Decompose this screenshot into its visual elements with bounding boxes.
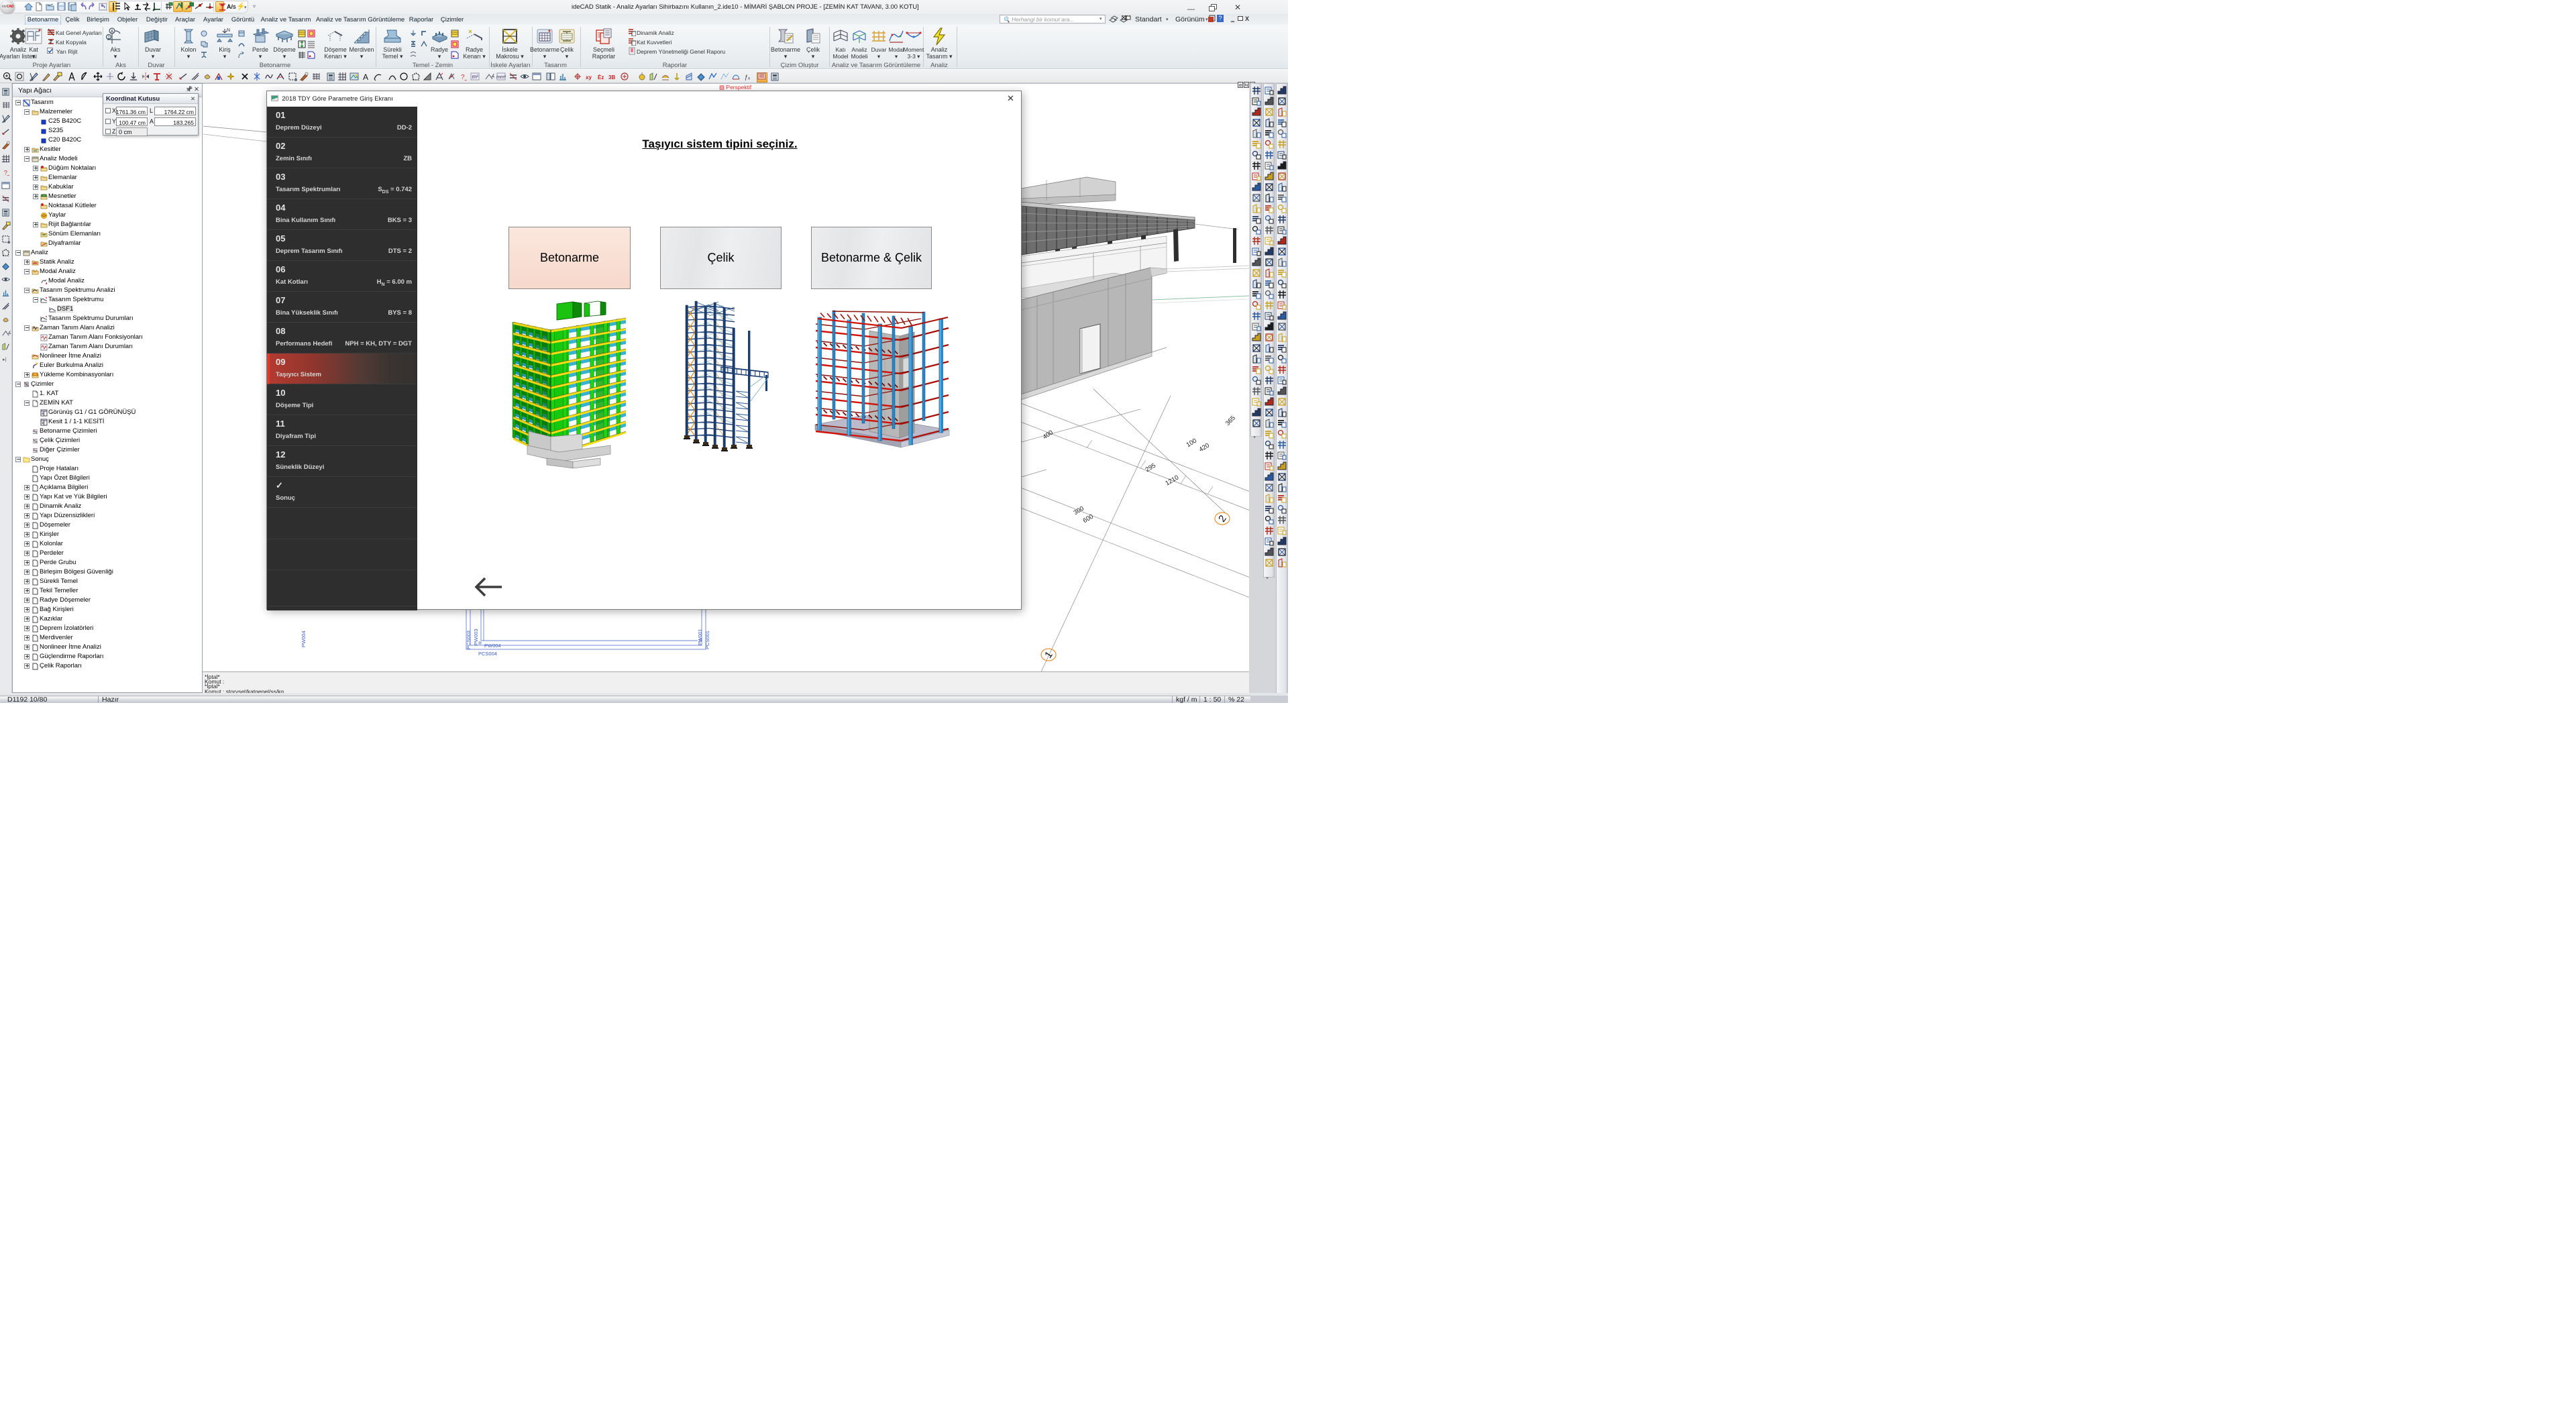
- svg-text:?˷: ?˷: [4, 169, 10, 176]
- svg-text:PW004: PW004: [301, 631, 307, 647]
- svg-text:420: 420: [1198, 442, 1211, 453]
- svg-text:1210: 1210: [1164, 474, 1180, 487]
- svg-text:1: 1: [1042, 649, 1055, 661]
- svg-text:PW003: PW003: [473, 629, 479, 645]
- svg-text:100: 100: [1185, 437, 1198, 449]
- svg-text:A: A: [363, 72, 368, 82]
- svg-text:2: 2: [1216, 513, 1229, 525]
- svg-text:Ėz: Ėz: [598, 74, 604, 80]
- svg-text:∡: ∡: [491, 74, 494, 78]
- svg-text:PW001: PW001: [697, 629, 703, 645]
- svg-text:A: A: [111, 30, 114, 34]
- svg-text:?˷: ?˷: [461, 74, 468, 81]
- svg-text:N: N: [227, 28, 230, 33]
- svg-text:295: 295: [1144, 462, 1157, 474]
- svg-text:PW004: PW004: [484, 643, 501, 649]
- svg-text:PCS001: PCS001: [704, 631, 710, 649]
- svg-text:3B: 3B: [608, 74, 615, 80]
- svg-text:PCS004: PCS004: [478, 651, 497, 657]
- svg-text:300: 300: [1073, 505, 1085, 517]
- svg-text:m²: m²: [472, 74, 478, 80]
- svg-text:365: 365: [1224, 415, 1237, 427]
- svg-text:∡: ∡: [7, 330, 11, 335]
- svg-text:mm²: mm²: [496, 75, 506, 80]
- svg-text:xy: xy: [586, 74, 592, 80]
- svg-text:600: 600: [1082, 513, 1095, 525]
- svg-text:ƒₓ: ƒₓ: [745, 74, 750, 80]
- svg-text:PCS003: PCS003: [466, 631, 472, 649]
